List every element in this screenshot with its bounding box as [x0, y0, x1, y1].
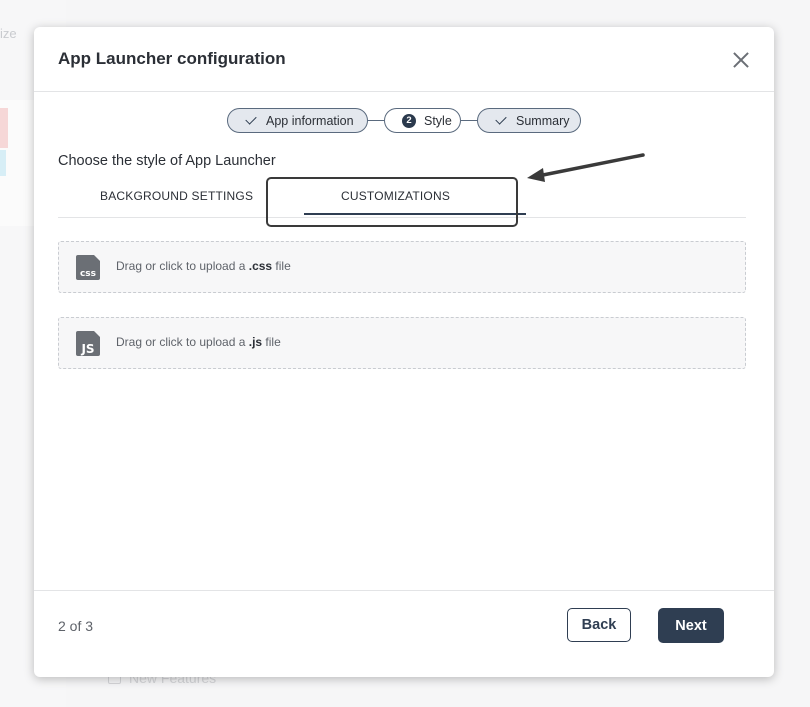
app-launcher-config-modal: App Launcher configuration App informati…: [34, 27, 774, 677]
background-card-accent: [0, 108, 8, 148]
annotation-arrow-icon: [527, 153, 645, 182]
modal-footer: 2 of 3 Back Next: [34, 590, 774, 678]
modal-title: App Launcher configuration: [58, 49, 286, 68]
section-subtitle: Choose the style of App Launcher: [58, 153, 276, 169]
css-upload-dropzone[interactable]: css Drag or click to upload a .css file: [58, 241, 746, 293]
step-label: App information: [266, 113, 354, 128]
upload-suffix: file: [272, 259, 291, 273]
js-upload-dropzone[interactable]: JS Drag or click to upload a .js file: [58, 317, 746, 369]
tab-background-settings[interactable]: BACKGROUND SETTINGS: [100, 189, 253, 203]
css-file-icon: css: [76, 255, 100, 280]
step-label: Style: [424, 113, 452, 128]
step-connector: [461, 120, 477, 121]
background-left-text: ize: [0, 26, 17, 41]
upload-instruction: Drag or click to upload a .js file: [116, 335, 281, 349]
annotation-highlight-box: [266, 177, 518, 227]
upload-instruction: Drag or click to upload a .css file: [116, 259, 291, 273]
upload-extension: .js: [248, 335, 263, 349]
background-card-accent: [0, 150, 6, 176]
back-button[interactable]: Back: [567, 608, 631, 642]
modal-header: App Launcher configuration: [34, 27, 774, 92]
checkmark-icon: [245, 113, 257, 125]
close-icon[interactable]: [730, 49, 752, 71]
step-counter: 2 of 3: [58, 618, 94, 634]
step-style[interactable]: 2 Style: [384, 108, 461, 133]
upload-suffix: file: [262, 335, 281, 349]
upload-prefix: Drag or click to upload a: [116, 335, 249, 349]
step-app-information[interactable]: App information: [227, 108, 368, 133]
upload-prefix: Drag or click to upload a: [116, 259, 249, 273]
step-number-badge: 2: [402, 113, 416, 128]
upload-extension: .css: [248, 259, 273, 273]
step-label: Summary: [516, 113, 570, 128]
next-button[interactable]: Next: [658, 608, 724, 643]
js-file-icon: JS: [76, 331, 100, 356]
step-summary[interactable]: Summary: [477, 108, 581, 133]
checkmark-icon: [495, 113, 507, 125]
step-connector: [368, 120, 384, 121]
